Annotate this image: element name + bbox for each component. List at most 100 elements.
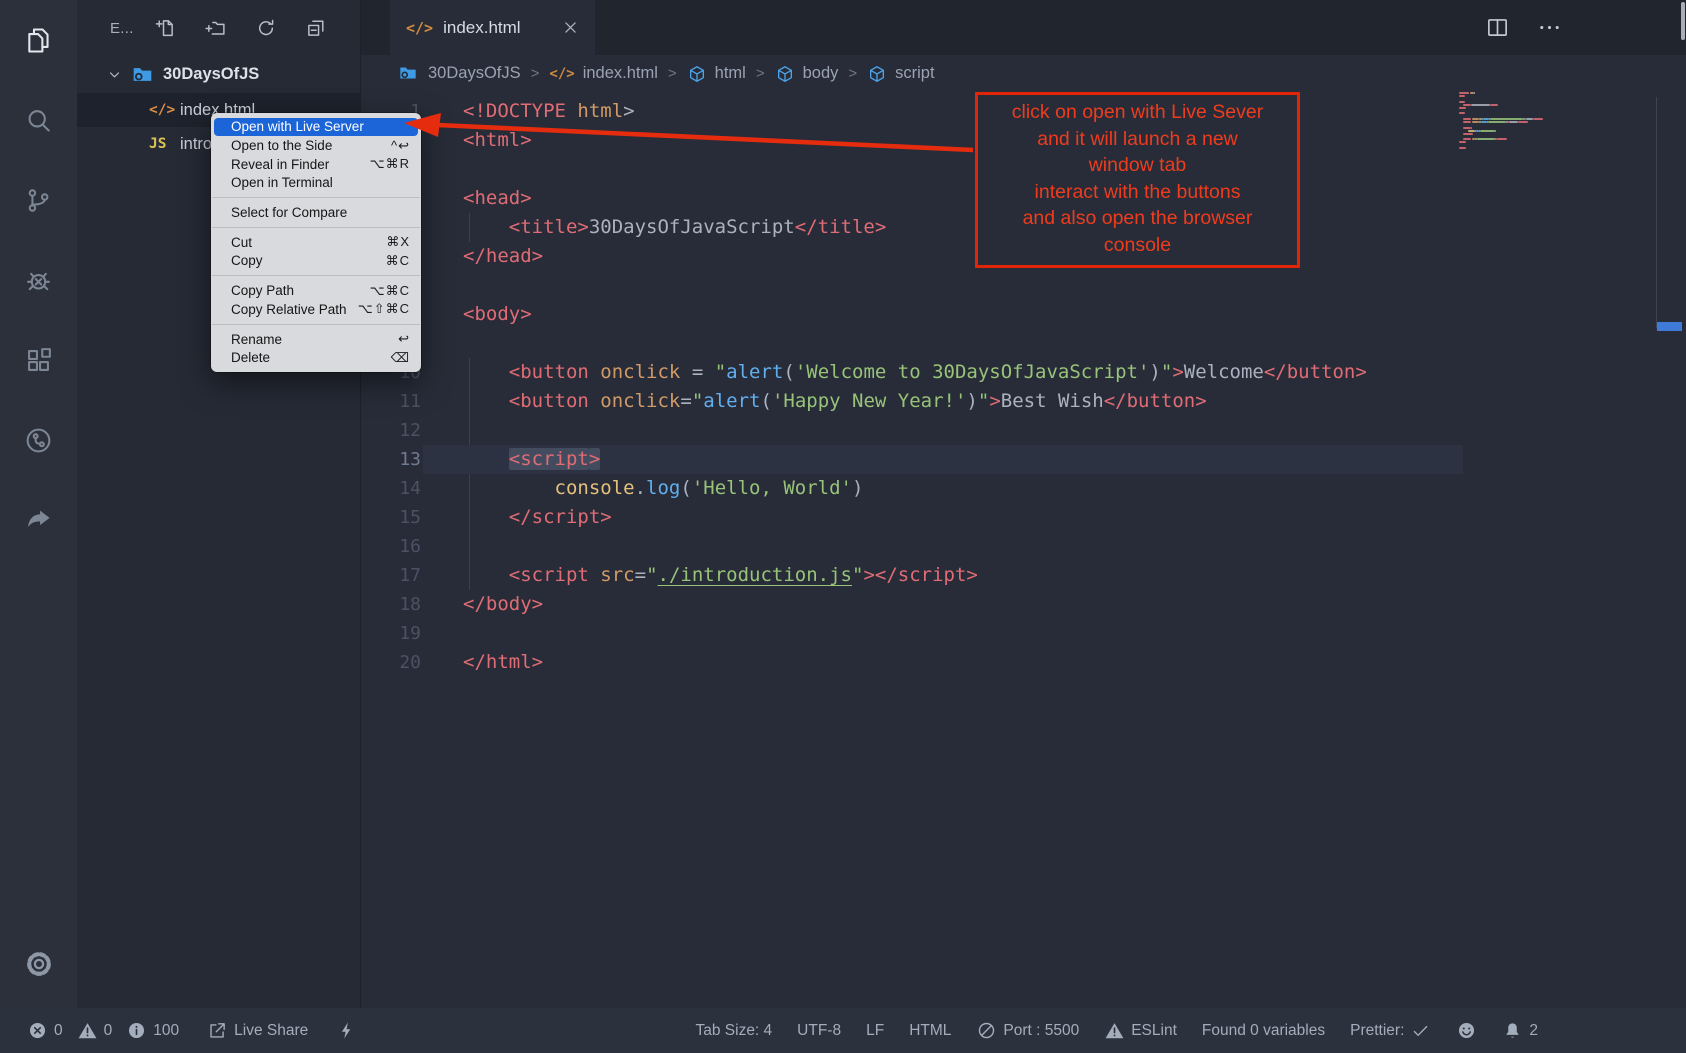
status-bar-left: 00 100 Live Share	[0, 1020, 357, 1041]
menu-item-label: Open to the Side	[231, 138, 332, 153]
status-item-smiley-icon[interactable]	[1456, 1020, 1477, 1041]
status-item-html[interactable]: HTML	[909, 1022, 951, 1040]
status-item-100[interactable]: 100	[126, 1020, 179, 1041]
breadcrumb-item-body[interactable]: body	[775, 64, 839, 84]
menu-item-copy-path[interactable]: Copy Path⌥⌘C	[214, 281, 418, 300]
menu-item-label: Reveal in Finder	[231, 157, 329, 172]
annotation-text-line: window tab	[982, 152, 1293, 179]
annotation-text-line: and it will launch a new	[982, 126, 1293, 153]
menu-item-delete[interactable]: Delete⌫	[214, 348, 418, 367]
line-content: </body>	[421, 590, 543, 619]
menu-item-label: Cut	[231, 235, 252, 250]
scrollbar-thumb[interactable]	[1681, 2, 1685, 40]
status-item-port-5500[interactable]: Port : 5500	[976, 1020, 1079, 1041]
status-item-utf-8[interactable]: UTF-8	[797, 1022, 841, 1040]
tab-index-html[interactable]: </> index.html	[390, 0, 595, 55]
status-item-2[interactable]: 2	[1502, 1020, 1538, 1041]
menu-item-rename[interactable]: Rename↩	[214, 330, 418, 349]
line-number: 11	[361, 387, 421, 416]
breadcrumb-item-30daysofjs[interactable]: 30DaysOfJS	[398, 63, 521, 85]
share-icon[interactable]	[0, 480, 77, 560]
js-file-icon: JS	[149, 136, 180, 152]
annotation-text-line: and also open the browser	[982, 205, 1293, 232]
menu-item-shortcut: ⌘X	[386, 234, 410, 250]
code-line-17[interactable]: 17 <script src="./introduction.js"></scr…	[361, 561, 1686, 590]
menu-item-shortcut: ↩	[398, 331, 410, 347]
status-item-label: LF	[866, 1022, 884, 1040]
code-line-14[interactable]: 14 console.log('Hello, World')	[361, 474, 1686, 503]
close-tab-icon[interactable]	[561, 18, 580, 37]
tab-bar: </> index.html	[361, 0, 1686, 55]
status-item-lf[interactable]: LF	[866, 1022, 884, 1040]
line-number: 18	[361, 590, 421, 619]
code-line-11[interactable]: 11 <button onclick="alert('Happy New Yea…	[361, 387, 1686, 416]
source-control-icon[interactable]	[0, 160, 77, 240]
status-item-label: HTML	[909, 1022, 951, 1040]
line-content: console.log('Hello, World')	[421, 474, 863, 503]
annotation-text-line: console	[982, 232, 1293, 259]
menu-item-open-in-terminal[interactable]: Open in Terminal	[214, 174, 418, 193]
menu-item-reveal-in-finder[interactable]: Reveal in Finder⌥⌘R	[214, 155, 418, 174]
code-line-15[interactable]: 15 </script>	[361, 503, 1686, 532]
menu-item-copy-relative-path[interactable]: Copy Relative Path⌥⇧⌘C	[214, 300, 418, 319]
code-line-8[interactable]: 8<body>	[361, 300, 1686, 329]
settings-gear-icon[interactable]	[0, 944, 77, 984]
status-item-live-share[interactable]: Live Share	[207, 1020, 308, 1041]
search-icon[interactable]	[0, 80, 77, 160]
code-line-7[interactable]: 7	[361, 271, 1686, 300]
html-file-icon: </>	[149, 102, 180, 118]
breadcrumb-separator: >	[756, 65, 765, 82]
menu-item-open-with-live-server[interactable]: Open with Live Server	[214, 118, 418, 137]
error-icon	[27, 1020, 48, 1041]
code-line-9[interactable]: 9	[361, 329, 1686, 358]
new-file-icon[interactable]	[155, 17, 177, 39]
explorer-icon[interactable]	[0, 0, 77, 80]
annotation-text-line: interact with the buttons	[982, 179, 1293, 206]
refresh-icon[interactable]	[255, 17, 277, 39]
status-item-found-0-variables[interactable]: Found 0 variables	[1202, 1022, 1325, 1040]
status-item-lightning-icon[interactable]	[336, 1020, 357, 1041]
line-content: </script>	[421, 503, 612, 532]
check-icon	[1410, 1020, 1431, 1041]
breadcrumb-item-script[interactable]: script	[867, 64, 934, 84]
status-item-tab-size-4[interactable]: Tab Size: 4	[695, 1022, 772, 1040]
split-editor-icon[interactable]	[1485, 15, 1510, 40]
code-line-18[interactable]: 18</body>	[361, 590, 1686, 619]
code-line-12[interactable]: 12	[361, 416, 1686, 445]
status-item-prettier[interactable]: Prettier:	[1350, 1020, 1431, 1041]
run-debug-icon[interactable]	[0, 240, 77, 320]
line-content: <button onclick="alert('Happy New Year!'…	[421, 387, 1207, 416]
code-line-10[interactable]: 10 <button onclick = "alert('Welcome to …	[361, 358, 1686, 387]
live-share-icon[interactable]	[0, 400, 77, 480]
extensions-icon[interactable]	[0, 320, 77, 400]
menu-item-cut[interactable]: Cut ⌘X	[214, 233, 418, 252]
breadcrumb: 30DaysOfJS></>index.html>html>body>scrip…	[361, 55, 1686, 92]
folder-row-30daysofjs[interactable]: 30DaysOfJS	[77, 56, 360, 93]
line-number: 20	[361, 648, 421, 677]
breadcrumb-item-html[interactable]: html	[687, 64, 746, 84]
code-line-13[interactable]: 13 <script>	[361, 445, 1686, 474]
breadcrumb-item-index-html[interactable]: </>index.html	[549, 64, 658, 83]
line-content: <head>	[421, 184, 532, 213]
menu-item-shortcut: ⌘C	[386, 253, 410, 269]
code-line-16[interactable]: 16	[361, 532, 1686, 561]
line-number: 14	[361, 474, 421, 503]
code-line-20[interactable]: 20</html>	[361, 648, 1686, 677]
bell-icon	[1502, 1020, 1523, 1041]
more-actions-icon[interactable]	[1537, 15, 1562, 40]
menu-item-select-for-compare[interactable]: Select for Compare	[214, 203, 418, 222]
context-menu: Open with Live ServerOpen to the Side^↩R…	[211, 113, 421, 372]
explorer-title: E...	[110, 20, 134, 37]
menu-item-shortcut: ⌥⌘C	[370, 283, 410, 299]
status-item-eslint[interactable]: ESLint	[1104, 1020, 1177, 1041]
status-item-label: Found 0 variables	[1202, 1022, 1325, 1040]
status-item-0[interactable]: 0	[77, 1020, 113, 1041]
collapse-folders-icon[interactable]	[305, 17, 327, 39]
vscode-window: E... 30DaysOfJS </>index.htmlJSintroduct…	[0, 0, 1686, 1053]
new-folder-icon[interactable]	[205, 17, 227, 39]
status-item-0[interactable]: 0	[27, 1020, 63, 1041]
menu-item-open-to-the-side[interactable]: Open to the Side^↩	[214, 136, 418, 155]
code-line-19[interactable]: 19	[361, 619, 1686, 648]
line-number: 19	[361, 619, 421, 648]
menu-item-copy[interactable]: Copy⌘C	[214, 252, 418, 271]
